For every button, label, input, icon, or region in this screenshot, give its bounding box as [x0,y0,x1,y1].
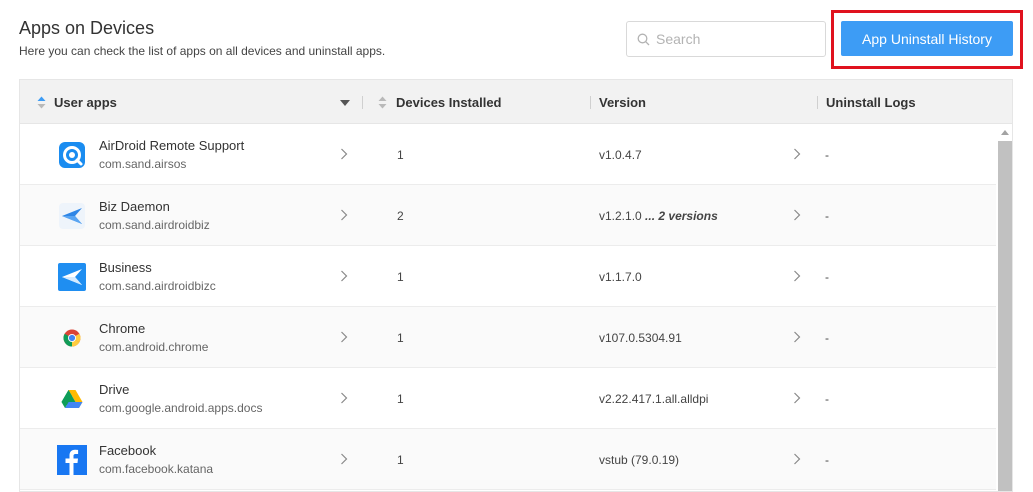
uninstall-logs: - [825,148,829,162]
sort-icon[interactable] [378,96,387,109]
version-value: v107.0.5304.91 [599,331,682,345]
app-uninstall-history-button[interactable]: App Uninstall History [841,21,1013,56]
column-header-devices-label: Devices Installed [396,94,502,110]
apps-table: User apps Devices Installed Version Unin… [19,79,1013,492]
app-version: v1.0.4.7 [599,148,642,162]
chevron-right-icon[interactable] [340,209,348,221]
drive-icon [57,384,87,414]
devices-installed-count[interactable]: 2 [397,209,404,223]
page-subtitle: Here you can check the list of apps on a… [19,44,386,58]
search-box[interactable] [626,21,826,57]
app-package: com.google.android.apps.docs [99,401,263,415]
search-input[interactable] [656,31,816,47]
uninstall-logs: - [825,209,829,223]
filter-dropdown-icon[interactable] [340,100,350,106]
table-row: Drive com.google.android.apps.docs 1 v2.… [20,368,996,429]
sort-icon[interactable] [37,96,46,109]
chevron-right-icon[interactable] [793,392,801,404]
version-value: vstub (79.0.19) [599,453,680,467]
app-package: com.android.chrome [99,340,209,354]
uninstall-logs: - [825,392,829,406]
app-name: Facebook [99,443,157,458]
devices-installed-count[interactable]: 1 [397,270,404,284]
uninstall-logs: - [825,453,829,467]
chevron-right-icon[interactable] [793,331,801,343]
column-header-version: Version [599,80,646,124]
column-divider [817,96,818,109]
devices-installed-count[interactable]: 1 [397,331,404,345]
chevron-right-icon[interactable] [340,270,348,282]
business-icon [57,262,87,292]
column-header-devices[interactable]: Devices Installed [378,80,502,124]
chevron-right-icon[interactable] [793,270,801,282]
column-header-apps-label: User apps [54,94,117,110]
scrollbar-thumb[interactable] [998,141,1012,491]
table-row: Biz Daemon com.sand.airdroidbiz 2 v1.2.1… [20,185,996,246]
app-package: com.sand.airdroidbiz [99,218,210,232]
version-value: v1.0.4.7 [599,148,642,162]
table-row: Chrome com.android.chrome 1 v107.0.5304.… [20,307,996,368]
table-body: AirDroid Remote Support com.sand.airsos … [20,124,996,490]
app-version: vstub (79.0.19) [599,453,679,467]
column-header-logs: Uninstall Logs [826,80,916,124]
table-row: Facebook com.facebook.katana 1 vstub (79… [20,429,996,490]
table-row: Business com.sand.airdroidbizc 1 v1.1.7.… [20,246,996,307]
column-header-apps[interactable]: User apps [37,80,117,124]
chevron-right-icon[interactable] [793,453,801,465]
app-version: v107.0.5304.91 [599,331,682,345]
app-version: v2.22.417.1.all.alldpi [599,392,708,406]
app-version: v1.1.7.0 [599,270,642,284]
search-icon [637,33,650,45]
scroll-up-arrow-icon[interactable] [1001,130,1009,135]
app-name: Drive [99,382,130,397]
chevron-right-icon[interactable] [340,331,348,343]
column-header-version-label: Version [599,94,646,110]
app-package: com.sand.airdroidbizc [99,279,216,293]
chrome-icon [57,323,87,353]
uninstall-logs: - [825,270,829,284]
chevron-right-icon[interactable] [340,148,348,160]
facebook-icon [57,445,87,475]
table-row: AirDroid Remote Support com.sand.airsos … [20,124,996,185]
chevron-right-icon[interactable] [340,453,348,465]
devices-installed-count[interactable]: 1 [397,453,404,467]
uninstall-logs: - [825,331,829,345]
app-package: com.facebook.katana [99,462,214,476]
app-version: v1.2.1.0 ... 2 versions [599,209,718,223]
chevron-right-icon[interactable] [340,392,348,404]
chevron-right-icon[interactable] [793,148,801,160]
version-value: v2.22.417.1.all.alldpi [599,392,709,406]
column-header-logs-label: Uninstall Logs [826,94,916,110]
app-package: com.sand.airsos [99,157,187,171]
version-value: v1.1.7.0 [599,270,642,284]
column-divider [590,96,591,109]
table-header: User apps Devices Installed Version Unin… [20,80,1012,124]
version-value: v1.2.1.0 [599,209,642,223]
more-versions-link[interactable]: ... 2 versions [645,209,718,223]
chevron-right-icon[interactable] [793,209,801,221]
biz-daemon-icon [57,201,87,231]
devices-installed-count[interactable]: 1 [397,148,404,162]
column-divider [362,96,363,109]
vertical-scrollbar[interactable] [996,124,1012,491]
page-title: Apps on Devices [19,18,155,38]
app-name: AirDroid Remote Support [99,138,245,153]
app-name: Chrome [99,321,146,336]
airdroid-remote-support-icon [57,140,87,170]
app-name: Business [99,260,152,275]
app-name: Biz Daemon [99,199,170,214]
devices-installed-count[interactable]: 1 [397,392,404,406]
